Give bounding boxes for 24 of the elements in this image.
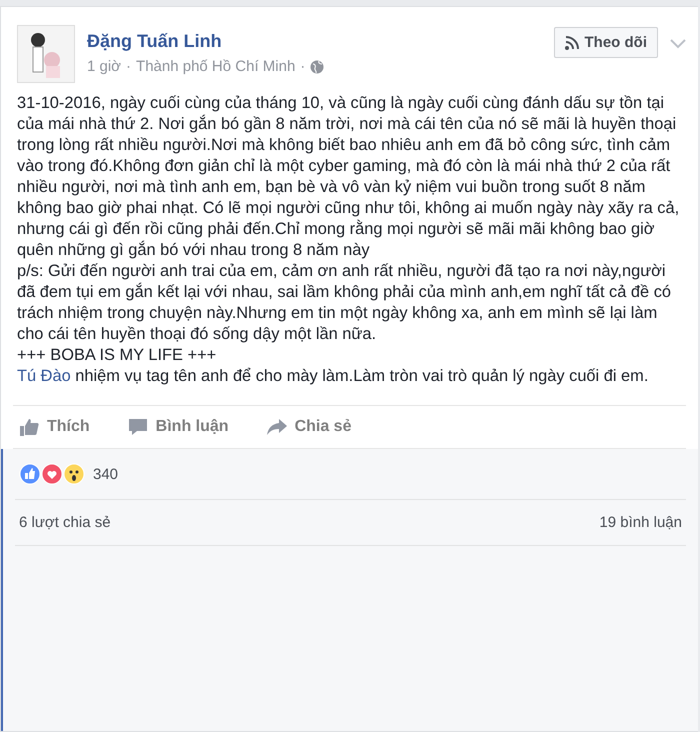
separator: · <box>126 58 132 75</box>
action-button[interactable]: Bình luận <box>128 418 229 436</box>
share-count[interactable]: 6 lượt chia sẻ <box>19 514 111 531</box>
share-icon <box>266 419 287 435</box>
globe-icon <box>310 60 324 74</box>
chevron-down-icon[interactable] <box>670 39 686 49</box>
thumbs-up-icon <box>19 418 39 436</box>
reaction-count[interactable]: 340 <box>93 466 118 482</box>
post-text: Tú Đào nhiệm vụ tag tên anh để cho mày làm.Làm tròn vai trò quản lý ngày cuối đi em. <box>17 366 650 387</box>
action-button[interactable]: Chia sẻ <box>266 418 352 436</box>
comment-count[interactable]: 19 bình luận <box>599 514 682 531</box>
author-name[interactable]: Đặng Tuấn Linh <box>87 31 542 52</box>
action-button[interactable]: Thích <box>19 418 90 436</box>
tagged-name-link[interactable]: Tú Đào <box>17 367 71 385</box>
rss-icon <box>564 36 578 50</box>
post-text: p/s: Gửi đến người anh trai của em, cảm ơn anh rất nhiều, người đã tạo ra nơi này,người đã đem tụi em gắn kết lại với nhau, sai lầm không phải của mình anh,em nghĩ tất cả đề có trách nhiệm trong chuyện này.Nhưng em tin một ngày không xa, anh em mình sẽ lại làm cho cái tên huyền thoại đó sống dậy một lần nữa. <box>17 261 672 345</box>
wow-reaction-icon <box>63 463 85 485</box>
love-reaction-icon <box>41 463 63 485</box>
comment-icon <box>128 418 148 436</box>
avatar <box>17 25 75 83</box>
follow-button[interactable]: Theo dõi <box>554 27 658 58</box>
like-reaction-icon <box>19 463 41 485</box>
post-text: +++ BOBA IS MY LIFE +++ <box>17 345 218 366</box>
separator: · <box>300 58 306 75</box>
